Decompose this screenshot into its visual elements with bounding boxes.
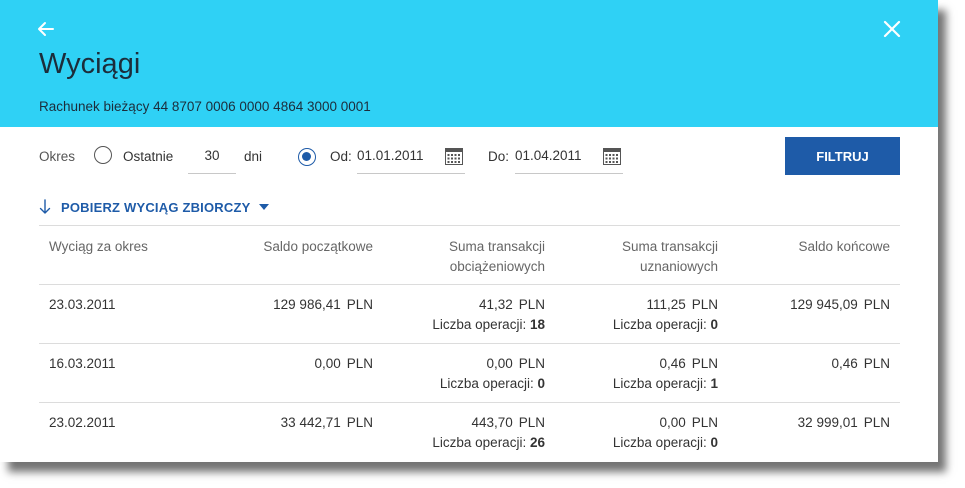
last-label: Ostatnie bbox=[123, 149, 174, 164]
from-label: Od: bbox=[330, 149, 352, 164]
table-row[interactable]: 23.03.2011 129 986,41 PLN 41,32 PLN Liczba… bbox=[39, 285, 900, 344]
to-label: Do: bbox=[488, 149, 510, 164]
close-icon[interactable] bbox=[882, 19, 902, 39]
header: Wyciągi Rachunek bieżący 44 8707 0006 00… bbox=[0, 0, 938, 127]
opening-balance: 129 986,41 PLN bbox=[273, 297, 373, 312]
header-debit-sum: Suma transakcji obciążeniowych bbox=[448, 239, 545, 274]
header-period: Wyciąg za okres bbox=[49, 239, 148, 254]
caret-down-icon[interactable] bbox=[258, 204, 269, 210]
credit-sum: 0,46 PLN Liczba operacji: 1 bbox=[612, 356, 718, 391]
filter-button[interactable]: FILTRUJ bbox=[785, 137, 900, 175]
account-number: Rachunek bieżący 44 8707 0006 0000 4864 … bbox=[39, 99, 371, 114]
calendar-icon[interactable] bbox=[603, 148, 621, 165]
debit-sum: 443,70 PLN Liczba operacji: 26 bbox=[432, 415, 545, 450]
header-closing-balance: Saldo końcowe bbox=[798, 239, 890, 254]
statements-table: Wyciąg za okres Saldo początkowe Suma tr… bbox=[39, 225, 900, 462]
download-summary-statement[interactable]: POBIERZ WYCIĄG ZBIORCZY bbox=[39, 197, 269, 217]
debit-sum: 0,00 PLN Liczba operacji: 0 bbox=[439, 356, 545, 391]
statements-panel: Wyciągi Rachunek bieżący 44 8707 0006 00… bbox=[0, 0, 938, 462]
radio-last-days[interactable] bbox=[94, 146, 112, 164]
row-date: 23.02.2011 bbox=[49, 415, 116, 430]
table-row[interactable]: 23.02.2011 33 442,71 PLN 443,70 PLN Liczba… bbox=[39, 403, 900, 462]
closing-balance: 0,46 PLN bbox=[831, 356, 890, 371]
filter-row: Okres Ostatnie dni Od: Do: bbox=[0, 137, 938, 177]
header-opening-balance: Saldo początkowe bbox=[263, 239, 373, 254]
table-header: Wyciąg za okres Saldo początkowe Suma tr… bbox=[39, 225, 900, 285]
opening-balance: 0,00 PLN bbox=[314, 356, 373, 371]
credit-sum: 0,00 PLN Liczba operacji: 0 bbox=[612, 415, 718, 450]
closing-balance: 32 999,01 PLN bbox=[797, 415, 890, 430]
radio-date-range[interactable] bbox=[298, 148, 316, 166]
header-credit-sum: Suma transakcji uznaniowych bbox=[621, 239, 718, 274]
opening-balance: 33 442,71 PLN bbox=[280, 415, 373, 430]
credit-sum: 111,25 PLN Liczba operacji: 0 bbox=[612, 297, 718, 332]
row-date: 23.03.2011 bbox=[49, 297, 116, 312]
days-unit: dni bbox=[244, 149, 263, 164]
page-title: Wyciągi bbox=[39, 48, 141, 80]
row-date: 16.03.2011 bbox=[49, 356, 116, 371]
period-label: Okres bbox=[39, 149, 76, 164]
closing-balance: 129 945,09 PLN bbox=[790, 297, 890, 312]
table-row[interactable]: 16.03.2011 0,00 PLN 0,00 PLN Liczba operac… bbox=[39, 344, 900, 403]
arrow-left-icon[interactable] bbox=[36, 19, 56, 39]
arrow-down-icon bbox=[39, 199, 51, 214]
days-input[interactable] bbox=[188, 138, 236, 174]
debit-sum: 41,32 PLN Liczba operacji: 18 bbox=[432, 297, 545, 332]
download-label: POBIERZ WYCIĄG ZBIORCZY bbox=[61, 199, 251, 215]
calendar-icon[interactable] bbox=[445, 148, 463, 165]
